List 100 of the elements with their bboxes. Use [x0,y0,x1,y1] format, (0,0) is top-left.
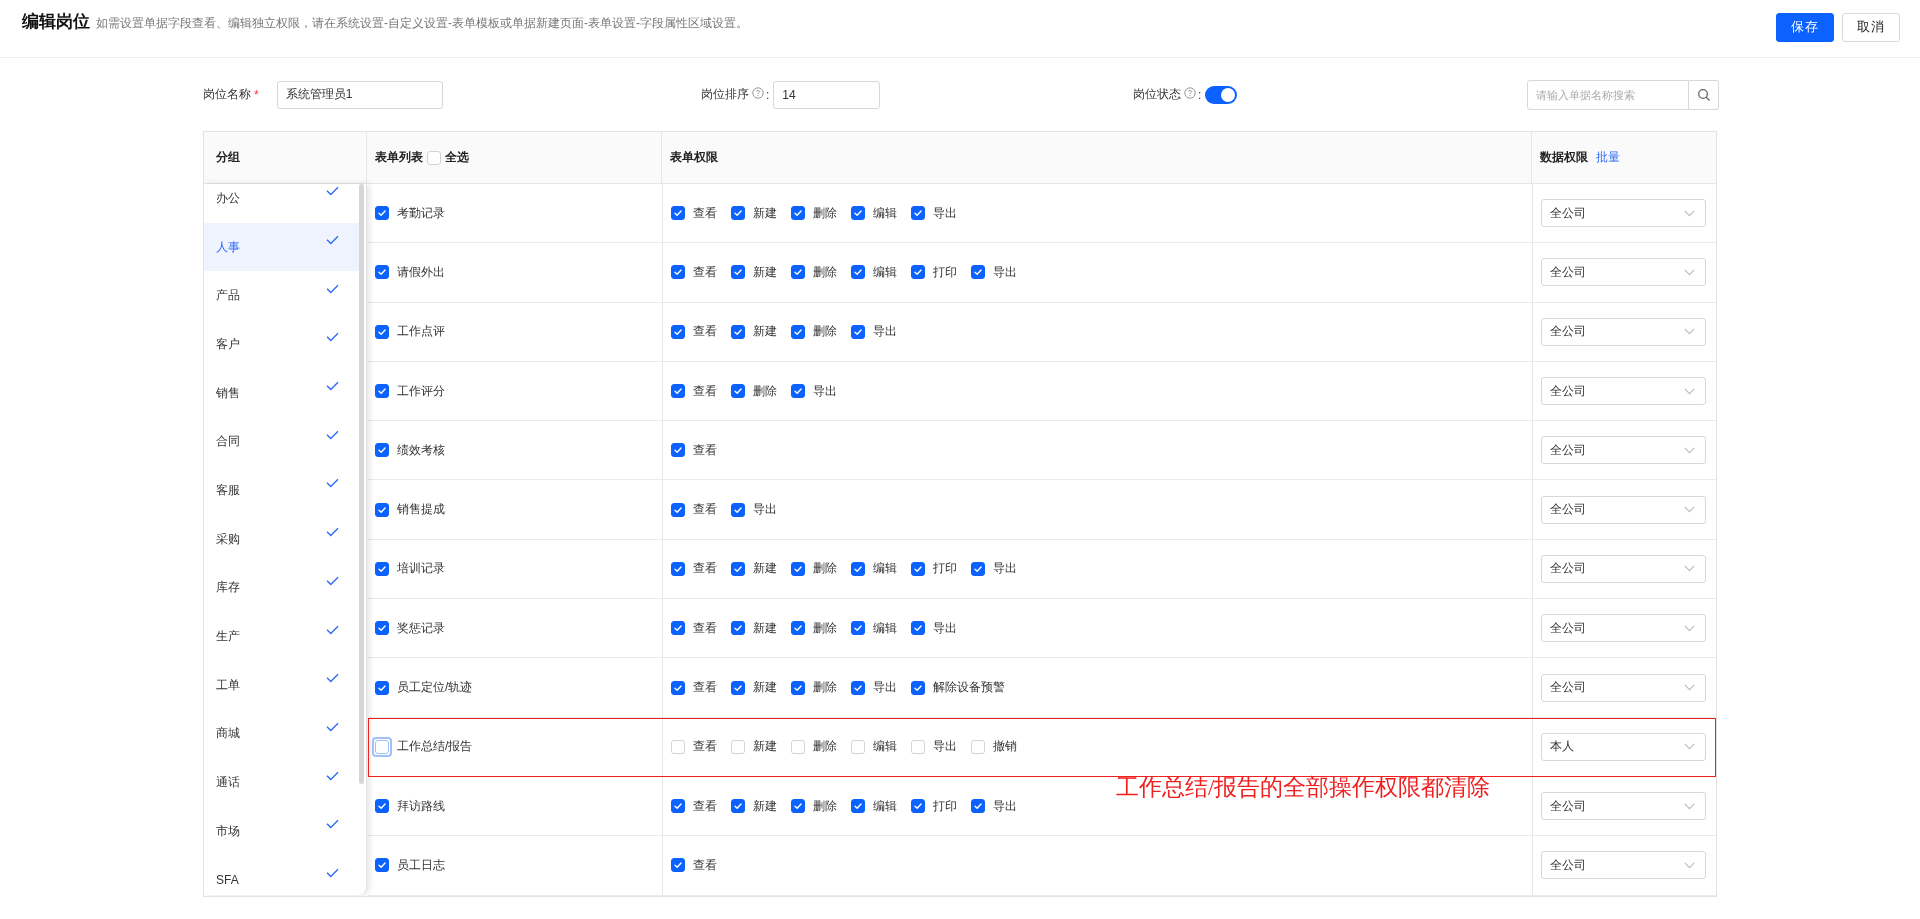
checkbox[interactable] [375,561,389,576]
checkbox[interactable] [671,206,685,221]
checkbox[interactable] [791,384,805,399]
checkbox[interactable] [851,265,865,280]
group-item[interactable]: 通话 [204,758,359,807]
checkbox[interactable] [851,561,865,576]
checkbox[interactable] [375,799,389,814]
save-button[interactable]: 保存 [1776,12,1834,42]
checkbox[interactable] [731,680,745,695]
checkbox[interactable] [911,561,925,576]
checkbox[interactable] [911,265,925,280]
checkbox[interactable] [911,680,925,695]
scope-select[interactable]: 全公司 [1541,851,1706,880]
scope-select[interactable]: 全公司 [1541,436,1706,465]
scope-select[interactable]: 全公司 [1541,792,1706,821]
help-icon[interactable] [752,87,764,99]
checkbox[interactable] [851,621,865,636]
group-item[interactable]: 市场 [204,806,359,856]
scrollbar[interactable] [359,184,364,784]
group-item[interactable]: SFA [204,855,359,895]
checkbox[interactable] [671,265,685,280]
checkbox-label: 查看 [693,382,717,400]
checkbox[interactable] [851,324,865,339]
scope-select[interactable]: 全公司 [1541,495,1706,524]
checkbox[interactable] [731,206,745,221]
checkbox[interactable] [671,384,685,399]
checkbox[interactable] [375,502,389,517]
group-item[interactable]: 人事 [204,222,359,272]
page-hint: 如需设置单据字段查看、编辑独立权限，请在系统设置-自定义设置-表单模板或单据新建页面-表单设置-字段属性区域设置。 [96,15,748,32]
search-field[interactable]: 请输入单据名称搜索 [1527,79,1689,110]
checkbox[interactable] [911,206,925,221]
scope-select[interactable]: 全公司 [1541,614,1706,643]
group-item[interactable]: 客户 [204,320,359,369]
checkbox[interactable] [731,265,745,280]
checkbox[interactable] [375,680,389,695]
group-item[interactable]: 销售 [204,368,359,418]
checkbox[interactable] [375,621,389,636]
group-item[interactable]: 商城 [204,709,359,759]
group-item[interactable]: 客服 [204,466,359,515]
group-item[interactable]: 合同 [204,417,359,467]
checkbox[interactable] [375,443,389,458]
group-item[interactable]: 工单 [204,660,359,710]
checkbox-label: 删除 [813,738,837,756]
checkbox[interactable] [671,621,685,636]
checkbox[interactable] [851,680,865,695]
checkbox[interactable] [791,799,805,814]
cancel-button[interactable]: 取消 [1842,12,1900,42]
checkbox[interactable] [375,384,389,399]
search-button[interactable] [1689,79,1719,110]
name-field[interactable]: 系统管理员1 [276,80,443,109]
checkbox[interactable] [791,561,805,576]
checkbox[interactable] [671,799,685,814]
group-item[interactable]: 库存 [204,563,359,613]
group-item[interactable]: 产品 [204,271,359,321]
batch-link[interactable]: 批量 [1596,149,1620,166]
checkbox[interactable] [375,265,389,280]
checkbox[interactable] [731,502,745,517]
order-field[interactable]: 14 [773,80,881,109]
checkbox[interactable] [731,384,745,399]
scope-select[interactable]: 全公司 [1541,317,1706,346]
scope-select[interactable]: 全公司 [1541,377,1706,406]
scope-select[interactable]: 本人 [1541,732,1706,761]
checkbox[interactable] [671,561,685,576]
checkbox[interactable] [375,324,389,339]
checkbox[interactable] [971,561,985,576]
checkbox[interactable] [971,265,985,280]
checkbox-label: 查看 [693,204,717,222]
field-label: 岗位状态 [1133,86,1181,103]
checkbox[interactable] [851,799,865,814]
checkbox[interactable] [911,621,925,636]
checkbox[interactable] [911,799,925,814]
scope-select[interactable]: 全公司 [1541,258,1706,287]
checkbox[interactable] [791,206,805,221]
scope-select[interactable]: 全公司 [1541,199,1706,228]
scope-select[interactable]: 全公司 [1541,554,1706,583]
checkbox[interactable] [671,324,685,339]
group-item[interactable]: 采购 [204,514,359,564]
checkbox[interactable] [671,443,685,458]
group-item[interactable]: 办公 [204,184,359,223]
help-icon[interactable] [1184,87,1196,99]
checkbox[interactable] [971,799,985,814]
checkbox[interactable] [791,324,805,339]
checkbox[interactable] [671,680,685,695]
checkbox[interactable] [791,621,805,636]
checkbox[interactable] [671,502,685,517]
checkbox-label: 打印 [933,797,957,815]
group-item[interactable]: 生产 [204,612,359,661]
checkbox[interactable] [731,621,745,636]
chevron-down-icon [1684,861,1695,869]
checkbox[interactable] [731,561,745,576]
checkbox[interactable] [671,858,685,873]
checkbox[interactable] [375,206,389,221]
scope-select[interactable]: 全公司 [1541,673,1706,702]
checkbox[interactable] [791,680,805,695]
status-toggle[interactable] [1205,85,1238,104]
checkbox[interactable] [731,799,745,814]
checkbox[interactable] [851,206,865,221]
checkbox[interactable] [791,265,805,280]
checkbox[interactable] [731,324,745,339]
checkbox[interactable] [375,858,389,873]
